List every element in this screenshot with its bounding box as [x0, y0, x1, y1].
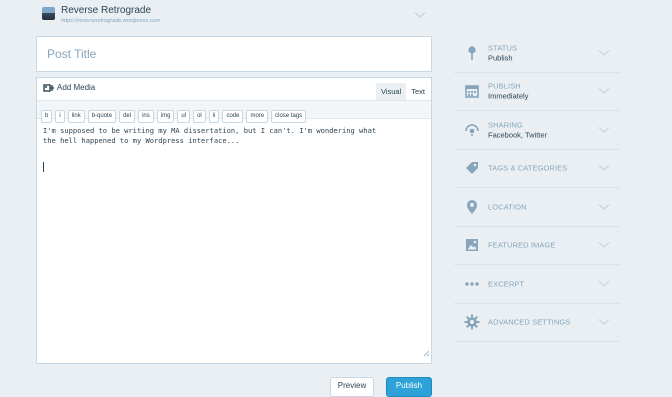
panel-text: LOCATION [488, 202, 527, 211]
panel-value: Immediately [488, 91, 529, 101]
publish-button[interactable]: Publish [386, 377, 432, 397]
quicktag-button[interactable]: b [41, 110, 53, 123]
chevron-down-icon[interactable] [598, 275, 610, 293]
quicktag-button[interactable]: code [222, 110, 244, 123]
panel-text: TAGS & CATEGORIES [488, 164, 567, 173]
panel-label: SHARING [488, 120, 523, 130]
ellipsis-icon [464, 276, 480, 292]
pushpin-icon [464, 45, 480, 61]
chevron-down-icon[interactable] [414, 6, 426, 24]
panel-label: FEATURED IMAGE [488, 240, 556, 250]
panel-label: ADVANCED SETTINGS [488, 317, 571, 327]
sidebar-panel-advanced-settings[interactable]: ADVANCED SETTINGS [454, 304, 620, 342]
chevron-down-icon[interactable] [598, 236, 610, 254]
panel-label: EXCERPT [488, 279, 525, 289]
panel-text: EXCERPT [488, 279, 524, 288]
add-media-label: Add Media [57, 83, 96, 93]
post-content[interactable]: I'm supposed to be writing my MA dissert… [43, 126, 423, 146]
quicktag-button[interactable]: i [55, 110, 65, 123]
share-icon [464, 122, 480, 138]
sidebar-panel-publish[interactable]: PUBLISH Immediately [454, 73, 620, 111]
sidebar-panel-featured-image[interactable]: FEATURED IMAGE [454, 227, 620, 265]
quicktag-button[interactable]: close tags [271, 110, 307, 123]
location-icon [464, 199, 480, 215]
add-media-icon [43, 84, 54, 92]
sidebar-panel-status[interactable]: STATUS Publish [454, 34, 620, 73]
quicktag-button[interactable]: ol [193, 110, 206, 123]
tag-icon [464, 160, 480, 176]
gear-icon [464, 314, 480, 330]
site-header[interactable]: Reverse Retrograde https://reverseretrog… [42, 4, 432, 30]
chevron-down-icon[interactable] [598, 44, 610, 62]
add-media-button[interactable]: Add Media [43, 83, 95, 93]
site-title: Reverse Retrograde [61, 5, 152, 16]
panel-text: STATUS Publish [488, 43, 517, 62]
panel-label: TAGS & CATEGORIES [488, 163, 568, 173]
panel-text: ADVANCED SETTINGS [488, 318, 570, 327]
quicktag-button[interactable]: b-quote [87, 110, 117, 123]
chevron-down-icon[interactable] [598, 82, 610, 100]
resize-handle[interactable] [423, 344, 430, 362]
tab-visual[interactable]: Visual [375, 83, 407, 100]
post-editor[interactable]: Add Media Visual Text b i link b-quote del in… [36, 77, 432, 364]
sidebar-panel-sharing[interactable]: SHARING Facebook, Twitter [454, 111, 620, 150]
post-title-field[interactable] [36, 36, 432, 72]
quicktag-button[interactable]: link [67, 110, 85, 123]
quicktag-button[interactable]: more [246, 110, 269, 123]
panel-text: FEATURED IMAGE [488, 241, 556, 250]
sidebar-panel-location[interactable]: LOCATION [454, 188, 620, 227]
quicktag-button[interactable]: del [119, 110, 136, 123]
panel-label: STATUS [488, 43, 518, 53]
panel-label: PUBLISH [488, 81, 521, 91]
quicktag-button[interactable]: ul [177, 110, 191, 123]
preview-button[interactable]: Preview [330, 377, 374, 397]
image-icon [464, 237, 480, 253]
panel-label: LOCATION [488, 202, 527, 212]
post-settings-sidebar: STATUS Publish PUBLISH Immediately SHARING Fa… [454, 34, 620, 342]
panel-value: Publish [488, 53, 513, 63]
site-icon [42, 7, 55, 20]
panel-text: PUBLISH Immediately [488, 82, 528, 101]
quicktag-button[interactable]: img [156, 110, 175, 123]
text-caret [43, 162, 44, 172]
chevron-down-icon[interactable] [598, 121, 610, 139]
quicktag-button[interactable]: ins [138, 110, 154, 123]
sidebar-panel-tags-categories[interactable]: TAGS & CATEGORIES [454, 150, 620, 188]
editor-tabs: Visual Text [375, 83, 430, 100]
quicktag-button[interactable]: li [208, 110, 220, 123]
chevron-down-icon[interactable] [598, 313, 610, 331]
site-url: https://reverseretrograde.wordpress.com [61, 18, 161, 24]
chevron-down-icon[interactable] [598, 159, 610, 177]
chevron-down-icon[interactable] [598, 198, 610, 216]
panel-value: Facebook, Twitter [488, 130, 548, 140]
calendar-icon [464, 83, 480, 99]
panel-text: SHARING Facebook, Twitter [488, 120, 547, 139]
post-title-input[interactable] [37, 37, 431, 71]
sidebar-panel-excerpt[interactable]: EXCERPT [454, 265, 620, 304]
tab-text[interactable]: Text [406, 83, 430, 100]
quicktags-toolbar: b i link b-quote del ins img ul ol li code more clos… [37, 100, 431, 123]
